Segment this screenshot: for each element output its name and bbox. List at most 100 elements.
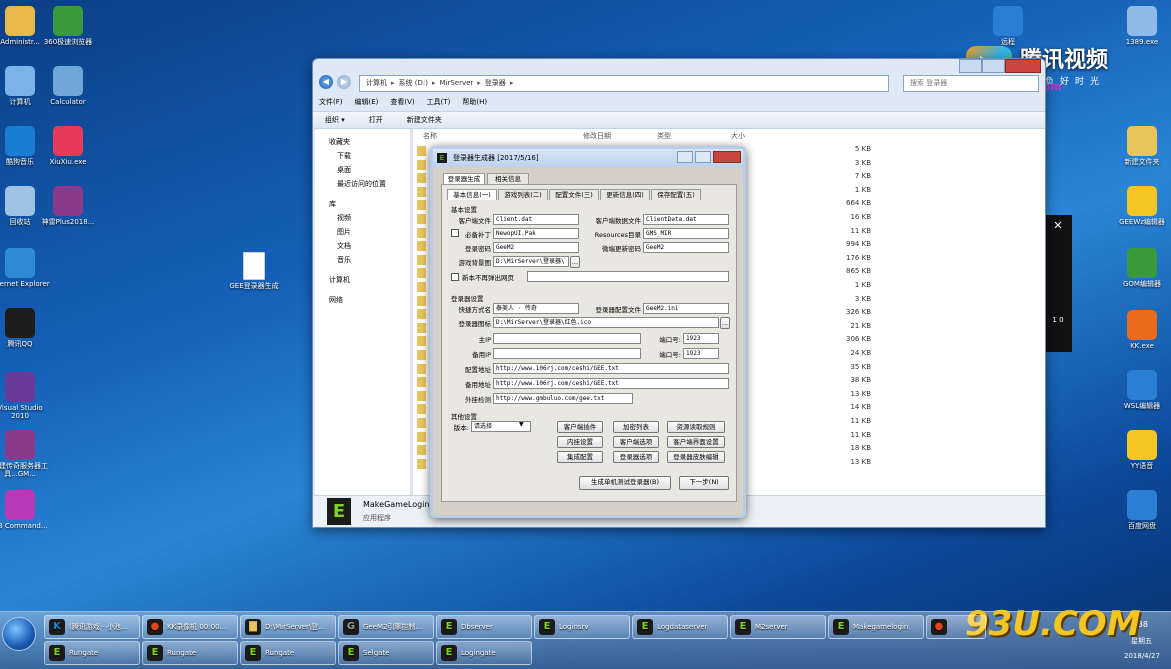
nav-item[interactable]: 文档 bbox=[315, 239, 410, 253]
taskbar-button[interactable]: E Loginsrv bbox=[534, 615, 630, 639]
text-field[interactable]: http://www.gmbuluo.com/gee.txt bbox=[493, 393, 633, 404]
maximize-button[interactable] bbox=[982, 59, 1006, 73]
breadcrumb-item[interactable]: 登录器 bbox=[485, 79, 506, 87]
text-field[interactable] bbox=[493, 348, 641, 359]
menu-item[interactable]: 查看(V) bbox=[390, 98, 414, 106]
desktop-icon[interactable]: 百度网盘 bbox=[1110, 490, 1171, 530]
settings-button[interactable]: 集成配置 bbox=[557, 451, 603, 463]
desktop-icon[interactable]: KK.exe bbox=[1110, 310, 1171, 350]
settings-button[interactable]: 客户端插件 bbox=[557, 421, 603, 433]
text-field[interactable]: 泰美人 · 传奇 bbox=[493, 303, 579, 314]
text-field[interactable]: GeeM2 bbox=[643, 242, 729, 253]
blank-field[interactable] bbox=[527, 271, 729, 282]
text-field[interactable]: ClientData.dat bbox=[643, 214, 729, 225]
text-field[interactable]: GeeM2.ini bbox=[643, 303, 729, 314]
taskbar-button[interactable]: E Rungate bbox=[44, 641, 140, 665]
taskbar-button[interactable]: E Dbserver bbox=[436, 615, 532, 639]
desktop-icon[interactable]: GEEWz编辑器 bbox=[1110, 186, 1171, 226]
breadcrumb-item[interactable]: 计算机 bbox=[366, 79, 387, 87]
dialog-minimize-button[interactable] bbox=[677, 151, 693, 163]
nav-item[interactable]: 下载 bbox=[315, 149, 410, 163]
settings-button[interactable]: 登录器皮肤编辑 bbox=[667, 451, 725, 463]
text-field[interactable]: http://www.106rj.com/ceshi/GEE.txt bbox=[493, 363, 729, 374]
nav-item[interactable]: 收藏夹 bbox=[315, 135, 410, 149]
minimize-button[interactable] bbox=[959, 59, 983, 73]
settings-button[interactable]: 客户端界面设置 bbox=[667, 436, 725, 448]
desktop-icon[interactable]: DB Command... bbox=[0, 490, 52, 530]
toolbar-button[interactable]: 新建文件夹 bbox=[407, 116, 442, 124]
desktop-file-gee[interactable]: GEE登录器生成 bbox=[222, 252, 286, 290]
inner-tab[interactable]: 保存配置(五) bbox=[651, 189, 701, 200]
text-field[interactable]: 1923 bbox=[683, 348, 719, 359]
next-button[interactable]: 下一步(N) bbox=[679, 476, 729, 490]
outer-tab[interactable]: 登录器生成 bbox=[443, 173, 485, 184]
nav-item[interactable]: 计算机 bbox=[315, 273, 410, 287]
text-field[interactable]: D:\MirServer\登录器\红色.ico bbox=[493, 317, 719, 328]
text-field[interactable]: D:\MirServer\登录器\ bbox=[493, 256, 569, 267]
column-header[interactable]: 名称 bbox=[423, 131, 437, 141]
inner-tab[interactable]: 基本信息(一) bbox=[447, 189, 497, 200]
desktop-icon[interactable]: 腾讯QQ bbox=[0, 308, 52, 348]
breadcrumb-item[interactable]: 系统 (D:) bbox=[399, 79, 428, 87]
nav-item[interactable]: 桌面 bbox=[315, 163, 410, 177]
nav-item[interactable]: 图片 bbox=[315, 225, 410, 239]
settings-button[interactable]: 加密列表 bbox=[613, 421, 659, 433]
menu-item[interactable]: 帮助(H) bbox=[462, 98, 487, 106]
desktop-icon[interactable]: GOM编辑器 bbox=[1110, 248, 1171, 288]
column-header[interactable]: 修改日期 bbox=[583, 131, 611, 141]
desktop-icon[interactable]: WSL编辑器 bbox=[1110, 370, 1171, 410]
desktop-icon[interactable]: Calculator bbox=[36, 66, 100, 106]
start-button[interactable] bbox=[2, 617, 36, 651]
back-button[interactable]: ◀ bbox=[319, 75, 333, 89]
desktop-icon[interactable]: Visual Studio 2010 bbox=[0, 372, 52, 420]
desktop-icon[interactable]: XiuXiu.exe bbox=[36, 126, 100, 166]
desktop-icon[interactable]: 远程 bbox=[976, 6, 1040, 46]
close-button[interactable] bbox=[1005, 59, 1041, 73]
taskbar-button[interactable]: E Logingate bbox=[436, 641, 532, 665]
dialog-maximize-button[interactable] bbox=[695, 151, 711, 163]
settings-button[interactable]: 客户端选项 bbox=[613, 436, 659, 448]
desktop-icon[interactable]: Internet Explorer bbox=[0, 248, 52, 288]
desktop-icon[interactable]: 神雷Plus2018... bbox=[36, 186, 100, 226]
column-header[interactable]: 大小 bbox=[731, 131, 745, 141]
taskbar-button[interactable]: ● KK录像机 00:00... bbox=[142, 615, 238, 639]
inner-tab[interactable]: 更新信息(四) bbox=[600, 189, 650, 200]
taskbar-button[interactable]: K (腾讯游戏 - 小池... bbox=[44, 615, 140, 639]
taskbar-button[interactable]: E Makegamelogin bbox=[828, 615, 924, 639]
taskbar-button[interactable]: E M2server bbox=[730, 615, 826, 639]
taskbar-button[interactable]: G GeeM2引擎控制... bbox=[338, 615, 434, 639]
browse-button[interactable]: ... bbox=[570, 256, 580, 268]
nav-item[interactable]: 视频 bbox=[315, 211, 410, 225]
nav-item[interactable]: 库 bbox=[315, 197, 410, 211]
breadcrumb-item[interactable]: MirServer bbox=[439, 79, 473, 87]
toolbar-button[interactable]: 组织 ▾ bbox=[325, 116, 345, 124]
text-field[interactable]: GeeM2 bbox=[493, 242, 579, 253]
desktop-icon[interactable]: YY语音 bbox=[1110, 430, 1171, 470]
desktop-icon[interactable]: 360极速浏览器 bbox=[36, 6, 100, 46]
settings-button[interactable]: 内挂设置 bbox=[557, 436, 603, 448]
forward-button[interactable]: ▶ bbox=[337, 75, 351, 89]
toolbar-button[interactable]: 打开 bbox=[369, 116, 383, 124]
taskbar-button[interactable]: E Selgate bbox=[338, 641, 434, 665]
taskbar-button[interactable]: E Logdataserver bbox=[632, 615, 728, 639]
nav-item[interactable]: 最近访问的位置 bbox=[315, 177, 410, 191]
text-field[interactable]: http://www.106rj.com/ceshi/GEE.txt bbox=[493, 378, 729, 389]
desktop-icon[interactable]: 1389.exe bbox=[1110, 6, 1171, 46]
desktop-icon[interactable]: 新建传奇服务器工具...GM... bbox=[0, 430, 52, 478]
column-header[interactable]: 类型 bbox=[657, 131, 671, 141]
text-field[interactable]: NewopUI.Pak bbox=[493, 228, 579, 239]
settings-button[interactable]: 登录器选项 bbox=[613, 451, 659, 463]
close-icon[interactable]: ✕ bbox=[1044, 219, 1072, 232]
generate-test-login-button[interactable]: 生成单机测试登录器(B) bbox=[579, 476, 671, 490]
menu-item[interactable]: 工具(T) bbox=[427, 98, 451, 106]
browse-button[interactable]: ... bbox=[720, 317, 730, 329]
inner-tab[interactable]: 游戏列表(二) bbox=[498, 189, 548, 200]
menu-item[interactable]: 文件(F) bbox=[319, 98, 343, 106]
checkbox[interactable] bbox=[451, 273, 459, 281]
menu-item[interactable]: 编辑(E) bbox=[355, 98, 379, 106]
dialog-close-button[interactable] bbox=[713, 151, 741, 163]
settings-button[interactable]: 资源读取规则 bbox=[667, 421, 725, 433]
text-field[interactable]: 1923 bbox=[683, 333, 719, 344]
taskbar-button[interactable]: ● bbox=[926, 615, 986, 639]
taskbar-button[interactable]: E Rungate bbox=[240, 641, 336, 665]
